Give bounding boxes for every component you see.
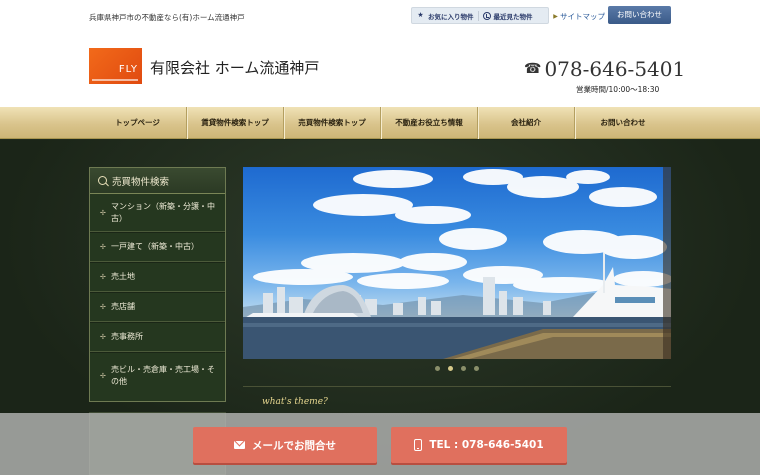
business-hours: 営業時間/10:00～18:30: [576, 85, 660, 94]
site-header: 兵庫県神戸市の不動産なら(有)ホーム流通神戸 ★ お気に入り物件 最近見た物件 …: [0, 0, 760, 107]
phone-text: 078-646-5401: [544, 57, 686, 81]
site-tagline: 兵庫県神戸市の不動産なら(有)ホーム流通神戸: [89, 13, 245, 22]
bullet-icon: ✢: [100, 242, 106, 251]
recent-label: 最近見た物件: [493, 12, 533, 21]
slider-dot[interactable]: [474, 366, 479, 371]
sidebar-list: ✢ マンション（新築・分譲・中古） ✢ 一戸建て（新築・中古） ✢ 売土地 ✢ …: [90, 194, 225, 400]
phone-number: ☎ 078-646-5401: [524, 57, 685, 81]
bullet-icon: ✢: [100, 332, 106, 341]
search-icon: [98, 176, 107, 185]
company-logo[interactable]: FLY: [89, 48, 142, 84]
company-name[interactable]: 有限会社 ホーム流通神戸: [150, 57, 319, 78]
star-icon: ★: [417, 11, 424, 19]
sale-search-sidebar: 売買物件検索 ✢ マンション（新築・分譲・中古） ✢ 一戸建て（新築・中古） ✢…: [89, 167, 226, 402]
logo-text: FLY: [118, 64, 138, 75]
utility-links: ★ お気に入り物件 最近見た物件: [411, 7, 549, 24]
hero-slider-image: [243, 167, 671, 359]
nav-item-rental-search[interactable]: 賃貸物件検索トップ: [186, 107, 283, 139]
slider-dots: [243, 366, 671, 371]
bottom-cta-bar: [0, 413, 760, 475]
bullet-icon: ✢: [100, 372, 106, 380]
contact-button[interactable]: お問い合わせ: [608, 6, 671, 24]
phone-icon: ☎: [524, 61, 542, 77]
recent-link[interactable]: 最近見た物件: [477, 10, 537, 21]
mail-icon: [234, 441, 245, 449]
favorites-link[interactable]: ★ お気に入り物件: [412, 11, 478, 21]
mail-inquiry-label: メールでお問合せ: [252, 439, 336, 452]
mobile-phone-icon: [414, 439, 423, 451]
nav-item-contact[interactable]: お問い合わせ: [574, 107, 671, 139]
bullet-icon: ✢: [100, 302, 106, 311]
sidebar-item-label: 売土地: [111, 271, 135, 281]
sidebar-item-land[interactable]: ✢ 売土地: [90, 262, 225, 292]
mail-inquiry-button[interactable]: メールでお問合せ: [193, 427, 377, 463]
bullet-icon: ✢: [100, 272, 106, 281]
arrow-icon: ▶: [553, 13, 558, 20]
sidebar-item-house[interactable]: ✢ 一戸建て（新築・中古）: [90, 232, 225, 262]
nav-items: トップページ 賃貸物件検索トップ 売買物件検索トップ 不動産お役立ち情報 会社紹…: [89, 107, 671, 139]
sidebar-title: 売買物件検索: [112, 176, 170, 188]
tel-label: TEL : 078-646-5401: [429, 439, 544, 451]
sidebar-item-label: マンション（新築・分譲・中古）: [111, 201, 215, 223]
sidebar-item-store[interactable]: ✢ 売店舗: [90, 292, 225, 322]
clock-icon: [482, 11, 491, 20]
harbor-photo: [243, 167, 671, 359]
sitemap-link[interactable]: ▶ サイトマップ: [553, 11, 605, 22]
theme-title: what's theme?: [262, 397, 328, 407]
logo-underline: [92, 79, 138, 81]
nav-item-info[interactable]: 不動産お役立ち情報: [380, 107, 477, 139]
favorites-label: お気に入り物件: [428, 12, 474, 21]
sidebar-item-mansion[interactable]: ✢ マンション（新築・分譲・中古）: [90, 194, 225, 232]
sidebar-item-label: 売店舗: [111, 301, 135, 311]
slider-dot[interactable]: [461, 366, 466, 371]
sidebar-item-office[interactable]: ✢ 売事務所: [90, 322, 225, 352]
sidebar-item-label: 売事務所: [111, 331, 143, 341]
sidebar-item-label: 売ビル・売倉庫・売工場・その他: [111, 365, 215, 386]
nav-item-company[interactable]: 会社紹介: [477, 107, 574, 139]
sitemap-label: サイトマップ: [560, 12, 605, 21]
slider-dot[interactable]: [435, 366, 440, 371]
sidebar-item-label: 一戸建て（新築・中古）: [111, 241, 199, 251]
sidebar-item-building[interactable]: ✢ 売ビル・売倉庫・売工場・その他: [90, 352, 225, 400]
slider-dot-active[interactable]: [448, 366, 453, 371]
sidebar-header: 売買物件検索: [90, 168, 225, 194]
tel-button[interactable]: TEL : 078-646-5401: [391, 427, 567, 463]
nav-item-top[interactable]: トップページ: [89, 107, 186, 139]
nav-item-sale-search[interactable]: 売買物件検索トップ: [283, 107, 380, 139]
bullet-icon: ✢: [100, 208, 106, 217]
global-nav: トップページ 賃貸物件検索トップ 売買物件検索トップ 不動産お役立ち情報 会社紹…: [0, 107, 760, 139]
